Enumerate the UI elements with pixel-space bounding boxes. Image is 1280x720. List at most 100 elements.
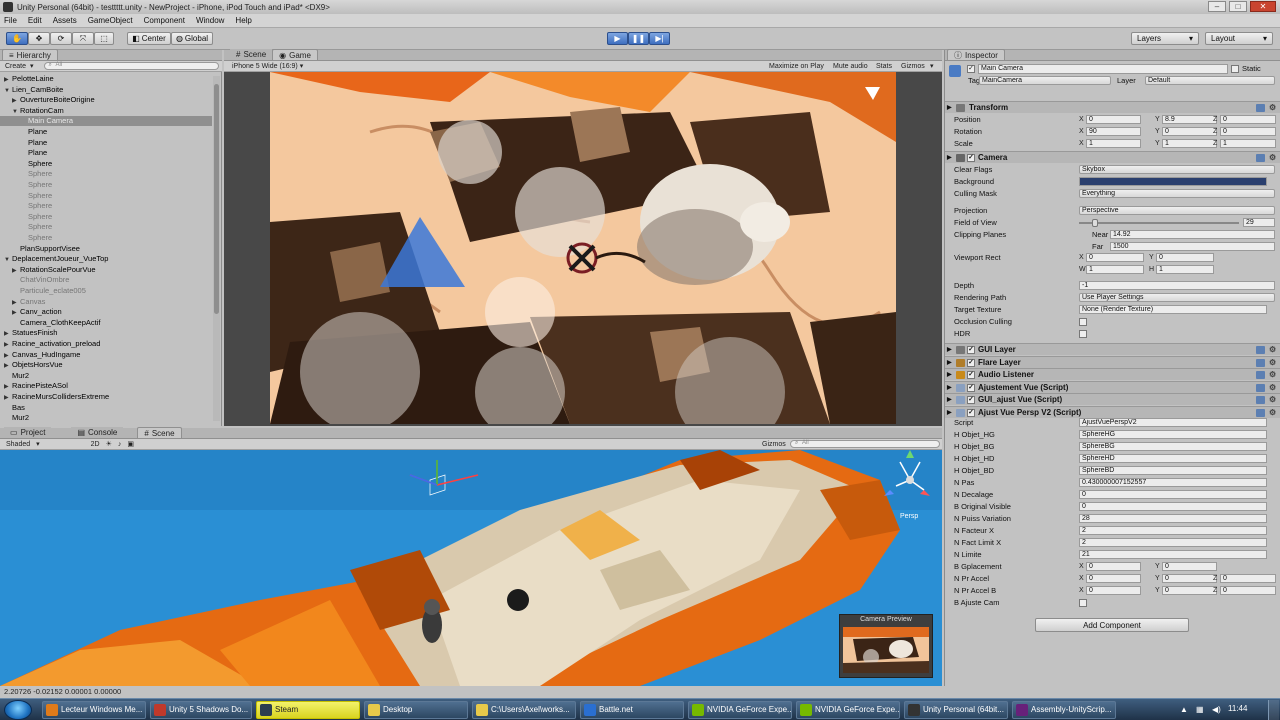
foldout-icon[interactable]: ▶ xyxy=(947,369,952,381)
menu-help[interactable]: Help xyxy=(235,16,251,25)
taskbar-button[interactable]: Battle.net xyxy=(580,701,684,719)
minimize-button[interactable]: – xyxy=(1208,1,1226,12)
script-field-value[interactable]: 21 xyxy=(1079,550,1267,559)
scale-tool-button[interactable]: ⤧ xyxy=(72,32,94,45)
hierarchy-item[interactable]: Sphere xyxy=(0,233,212,243)
hierarchy-item[interactable]: Bas xyxy=(0,403,212,413)
position-x-field[interactable]: 0 xyxy=(1086,115,1141,124)
script-field-value[interactable]: SphereHD xyxy=(1079,454,1267,463)
expand-right-icon[interactable]: ▶ xyxy=(4,329,12,339)
network-icon[interactable]: ▦ xyxy=(1196,705,1204,714)
expand-right-icon[interactable]: ▶ xyxy=(4,340,12,350)
layer-dropdown[interactable]: Default xyxy=(1145,76,1275,85)
create-button[interactable]: Create xyxy=(5,63,26,70)
script-field-value[interactable]: SphereBG xyxy=(1079,442,1267,451)
stats-toggle[interactable]: Stats xyxy=(876,63,892,70)
hierarchy-item[interactable]: ▶ RacineMursCollidersExtreme xyxy=(0,392,212,402)
lighting-icon[interactable]: ☀ xyxy=(106,440,112,448)
play-button[interactable]: ▶ xyxy=(607,32,628,45)
foldout-icon[interactable]: ▶ xyxy=(947,382,952,394)
hierarchy-item[interactable]: ▶ StatuesFinish xyxy=(0,328,212,338)
game-render-image[interactable] xyxy=(270,72,896,424)
hierarchy-item[interactable]: ▶ Canv_action xyxy=(0,307,212,317)
position-y-field[interactable]: 8.9 xyxy=(1162,115,1217,124)
rendering-path-dropdown[interactable]: Use Player Settings xyxy=(1079,293,1275,302)
hdr-checkbox[interactable] xyxy=(1079,330,1087,338)
clock[interactable]: 11:44 xyxy=(1228,704,1247,713)
rotation-x-field[interactable]: 90 xyxy=(1086,127,1141,136)
pr-accel-y-field[interactable]: 0 xyxy=(1162,574,1217,583)
help-book-icon[interactable] xyxy=(1256,409,1265,417)
menu-edit[interactable]: Edit xyxy=(28,16,42,25)
hierarchy-item[interactable]: ChatVinOmbre xyxy=(0,275,212,285)
move-tool-button[interactable]: ✥ xyxy=(28,32,50,45)
tray-arrow-icon[interactable]: ▲ xyxy=(1180,705,1188,714)
help-book-icon[interactable] xyxy=(1256,358,1265,367)
menu-window[interactable]: Window xyxy=(196,16,224,25)
tab-scene-bottom[interactable]: # Scene xyxy=(137,427,182,438)
hierarchy-item[interactable]: ▶ Canvas_HudIngame xyxy=(0,350,212,360)
scale-x-field[interactable]: 1 xyxy=(1086,139,1141,148)
hierarchy-item[interactable]: ▶ ObjetsHorsVue xyxy=(0,360,212,370)
script-field-value[interactable]: SphereBD xyxy=(1079,466,1267,475)
hierarchy-item[interactable]: ▶ OuvertureBoiteOrigine xyxy=(0,95,212,105)
taskbar-button[interactable]: Unity 5 Shadows Do... xyxy=(150,701,252,719)
gui-layer-enabled-checkbox[interactable]: ✓ xyxy=(967,346,975,354)
camera-enabled-checkbox[interactable]: ✓ xyxy=(967,154,975,162)
effects-icon[interactable]: ▣ xyxy=(127,440,134,448)
projection-dropdown[interactable]: Perspective xyxy=(1079,206,1275,215)
flare-layer-header[interactable]: ▶ ✓ Flare Layer ⚙ xyxy=(945,355,1280,368)
tab-console[interactable]: ▤ Console xyxy=(71,427,124,438)
hierarchy-item[interactable]: Main Camera xyxy=(0,116,212,127)
near-field[interactable]: 14.92 xyxy=(1110,230,1275,239)
foldout-icon[interactable]: ▶ xyxy=(947,344,952,356)
object-name-field[interactable]: Main Camera xyxy=(978,64,1228,74)
gear-icon[interactable]: ⚙ xyxy=(1269,409,1277,417)
script-field-value[interactable]: 0 xyxy=(1079,502,1267,511)
ajuste-cam-checkbox[interactable] xyxy=(1079,599,1087,607)
gear-icon[interactable]: ⚙ xyxy=(1269,383,1277,392)
transform-header[interactable]: ▶ Transform ⚙ xyxy=(945,101,1280,113)
ajustement-vue-script-header[interactable]: ▶ ✓ Ajustement Vue (Script) ⚙ xyxy=(945,380,1280,394)
scale-y-field[interactable]: 1 xyxy=(1162,139,1217,148)
tab-hierarchy[interactable]: ≡ Hierarchy xyxy=(2,49,58,60)
taskbar-button[interactable]: Lecteur Windows Me... xyxy=(42,701,146,719)
gear-icon[interactable]: ⚙ xyxy=(1269,104,1277,112)
taskbar-button[interactable]: C:\Users\Axel\works... xyxy=(472,701,576,719)
taskbar-button[interactable]: Assembly-UnityScrip... xyxy=(1012,701,1116,719)
volume-icon[interactable]: ◀) xyxy=(1212,705,1221,714)
hierarchy-item[interactable]: ▶ PelotteLaine xyxy=(0,74,212,84)
expand-right-icon[interactable]: ▶ xyxy=(4,361,12,371)
rotation-y-field[interactable]: 0 xyxy=(1162,127,1217,136)
expand-right-icon[interactable]: ▶ xyxy=(12,96,20,106)
hierarchy-item[interactable]: Sphere xyxy=(0,169,212,179)
pr-accel-b-x-field[interactable]: 0 xyxy=(1086,586,1141,595)
scene-search-input[interactable]: ⌕ All xyxy=(790,440,940,448)
foldout-icon[interactable]: ▶ xyxy=(947,152,952,164)
hierarchy-item[interactable]: Sphere xyxy=(0,191,212,201)
hierarchy-item[interactable]: ▶ Canvas xyxy=(0,297,212,307)
hierarchy-item[interactable]: ▶ Racine_activation_preload xyxy=(0,339,212,349)
script-reference-field[interactable]: AjustVuePerspV2 xyxy=(1079,418,1267,427)
foldout-icon[interactable]: ▶ xyxy=(947,394,952,406)
hierarchy-item[interactable]: Camera_ClothKeepActif xyxy=(0,318,212,328)
help-book-icon[interactable] xyxy=(1256,346,1265,354)
fov-field[interactable]: 29 xyxy=(1243,218,1275,227)
fov-slider-track[interactable] xyxy=(1079,222,1239,224)
expand-down-icon[interactable]: ▼ xyxy=(4,255,12,265)
hierarchy-search-input[interactable]: ⌕ All xyxy=(43,62,219,70)
depth-field[interactable]: -1 xyxy=(1079,281,1275,290)
hierarchy-item[interactable]: Sphere xyxy=(0,201,212,211)
object-active-checkbox[interactable]: ✓ xyxy=(967,65,975,73)
script-field-value[interactable]: 0 xyxy=(1079,490,1267,499)
help-book-icon[interactable] xyxy=(1256,154,1265,162)
help-book-icon[interactable] xyxy=(1256,383,1265,392)
script-field-value[interactable]: 0.430000007152557 xyxy=(1079,478,1267,487)
help-book-icon[interactable] xyxy=(1256,104,1265,112)
gear-icon[interactable]: ⚙ xyxy=(1269,358,1277,367)
hierarchy-item[interactable]: Plane xyxy=(0,138,212,148)
viewport-h-field[interactable]: 1 xyxy=(1156,265,1214,274)
rect-tool-button[interactable]: ⬚ xyxy=(94,32,114,45)
background-color-swatch[interactable] xyxy=(1079,177,1267,186)
help-book-icon[interactable] xyxy=(1256,371,1265,380)
